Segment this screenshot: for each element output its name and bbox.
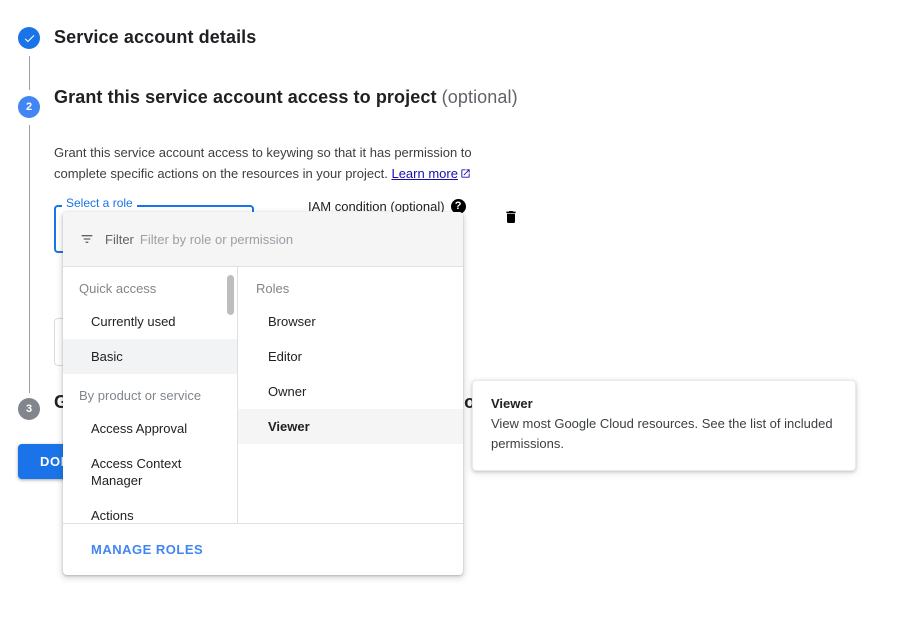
- step-2-number: 2: [25, 101, 33, 113]
- delete-role-button[interactable]: [497, 203, 525, 231]
- role-tooltip-card: Viewer View most Google Cloud resources.…: [472, 380, 856, 471]
- filter-label: Filter: [105, 231, 134, 247]
- select-role-floating-label: Select a role: [62, 196, 137, 210]
- external-link-icon: [461, 169, 470, 178]
- dropdown-left-scrollbar[interactable]: [227, 275, 234, 315]
- dropdown-item-access-context-manager[interactable]: Access Context Manager: [63, 446, 237, 498]
- dropdown-item-access-approval[interactable]: Access Approval: [63, 411, 237, 446]
- roles-group-label: Roles: [256, 281, 290, 296]
- learn-more-label: Learn more: [391, 166, 458, 181]
- learn-more-link[interactable]: Learn more: [391, 166, 457, 181]
- dropdown-body: Quick access Currently used Basic By pro…: [63, 266, 463, 523]
- role-item-editor[interactable]: Editor: [238, 339, 463, 374]
- role-item-viewer[interactable]: Viewer: [238, 409, 463, 444]
- role-dropdown-panel: Filter Quick access Currently used Basic…: [63, 212, 463, 575]
- dropdown-left-column: Quick access Currently used Basic By pro…: [63, 267, 238, 523]
- check-icon: [24, 34, 34, 42]
- stepper-connector-1: [29, 56, 30, 90]
- step-2-optional-text: (optional): [441, 87, 518, 107]
- manage-roles-link[interactable]: MANAGE ROLES: [91, 542, 203, 557]
- by-product-group-label: By product or service: [79, 388, 202, 403]
- stepper-connector-2: [29, 125, 30, 393]
- role-item-browser[interactable]: Browser: [238, 304, 463, 339]
- step-2-description: Grant this service account access to key…: [54, 142, 484, 184]
- quick-access-group-label: Quick access: [79, 281, 157, 296]
- dropdown-filter-row[interactable]: Filter: [63, 212, 463, 266]
- step-2-indicator[interactable]: 2: [18, 96, 40, 118]
- step-2-title-text: Grant this service account access to pro…: [54, 87, 437, 107]
- dropdown-item-actions[interactable]: Actions: [63, 498, 237, 523]
- tooltip-title: Viewer: [491, 396, 533, 411]
- step-1-title[interactable]: Service account details: [54, 27, 256, 48]
- dropdown-footer: MANAGE ROLES: [63, 523, 463, 575]
- tooltip-body: View most Google Cloud resources. See th…: [491, 416, 833, 451]
- step-3-number: 3: [25, 403, 33, 415]
- trash-icon: [506, 211, 516, 223]
- dropdown-item-currently-used[interactable]: Currently used: [63, 304, 237, 339]
- role-item-owner[interactable]: Owner: [238, 374, 463, 409]
- step-2-title: Grant this service account access to pro…: [54, 83, 524, 112]
- step-3-indicator[interactable]: 3: [18, 398, 40, 420]
- page-root: 2 3 Service account details Grant this s…: [0, 0, 910, 633]
- step-1-done-indicator[interactable]: [18, 27, 40, 49]
- dropdown-right-column: Roles Browser Editor Owner Viewer: [238, 267, 463, 523]
- filter-input[interactable]: [139, 231, 447, 247]
- filter-icon: [81, 235, 93, 243]
- dropdown-item-basic[interactable]: Basic: [63, 339, 237, 374]
